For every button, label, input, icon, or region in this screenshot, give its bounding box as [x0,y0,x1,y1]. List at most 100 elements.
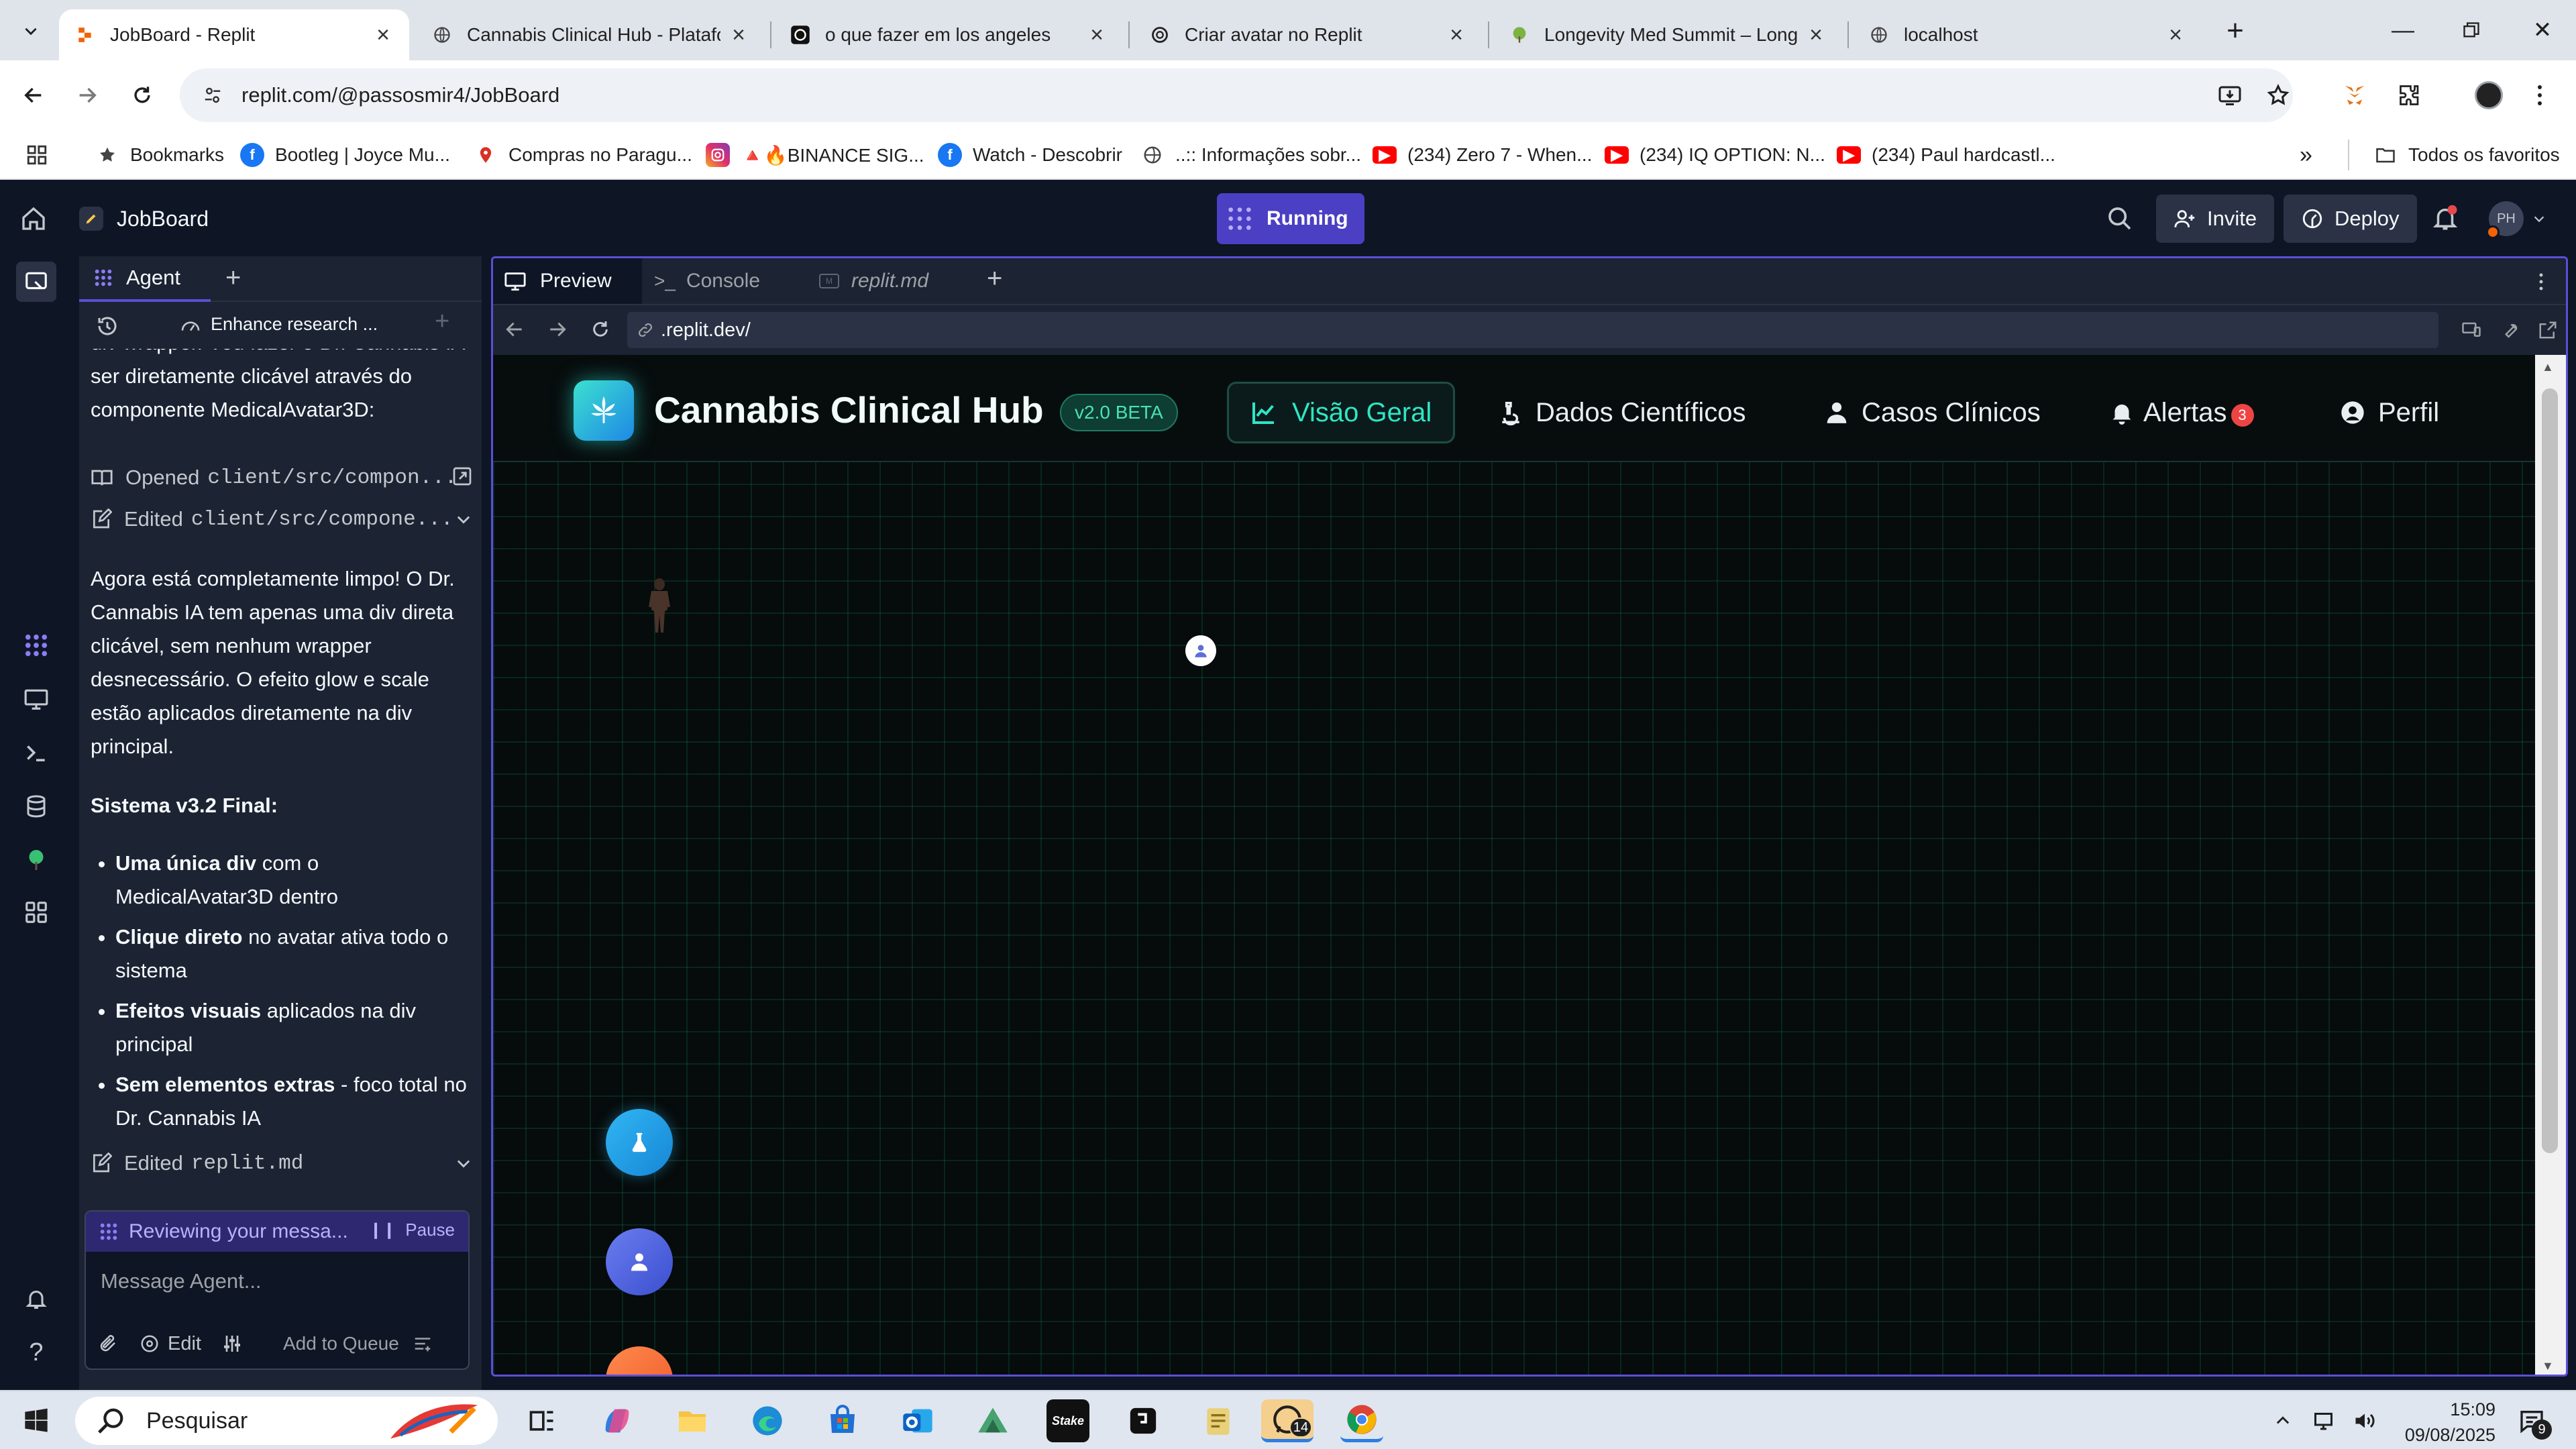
browser-tab-criar-avatar[interactable]: Criar avatar no Replit × [1134,9,1483,60]
cannabis-leaf-logo-icon[interactable] [574,380,634,441]
deploy-button[interactable]: Deploy [2284,195,2417,243]
edit-mode-button[interactable]: Edit [140,1333,201,1355]
extensions-puzzle-icon[interactable] [2392,78,2427,113]
preview-url-input[interactable]: .replit.dev/ [627,312,2438,348]
edge-browser-icon[interactable] [746,1399,789,1442]
chrome-icon[interactable] [1340,1399,1383,1442]
new-chat-plus-icon[interactable]: + [435,307,449,336]
browser-tab-localhost[interactable]: localhost × [1853,9,2202,60]
tab-close-icon[interactable]: × [1446,22,1466,48]
tab-close-icon[interactable]: × [1087,22,1107,48]
running-button[interactable]: Running [1217,193,1364,244]
database-icon[interactable] [20,790,52,822]
open-new-window-icon[interactable] [2538,320,2558,340]
alarm-bell-icon[interactable] [20,1283,52,1315]
notepad-app-icon[interactable] [1197,1399,1240,1442]
browser-tab-jobboard[interactable]: JobBoard - Replit × [59,9,409,60]
nav-dados-cientificos[interactable]: Dados Científicos [1498,382,1746,443]
volume-icon[interactable] [2348,1399,2381,1442]
copilot-icon[interactable] [596,1399,639,1442]
new-tab-plus-icon[interactable]: + [225,263,241,293]
new-tab-plus-icon[interactable]: + [2215,14,2255,47]
network-icon[interactable] [2308,1399,2341,1442]
browser-tab-los-angeles[interactable]: o que fazer em los angeles × [774,9,1123,60]
scroll-up-icon[interactable]: ▲ [2542,360,2554,374]
orange-fab-button[interactable] [606,1346,673,1375]
chevron-down-icon[interactable] [454,1154,473,1173]
apps-grid-icon[interactable] [25,130,48,180]
site-info-icon[interactable] [203,85,223,105]
pen-tool-app-icon[interactable] [971,1399,1014,1442]
project-selector[interactable]: JobBoard [79,201,209,236]
user-marker-button[interactable] [1185,635,1216,666]
microsoft-store-icon[interactable] [821,1399,864,1442]
bookmark-item[interactable]: ▶ (234) Paul hardcastl... [1837,130,2055,180]
sliders-icon[interactable] [221,1333,243,1354]
user-menu[interactable]: PH [2486,201,2546,239]
bookmark-item[interactable]: ..:: Informações sobr... [1140,130,1361,180]
preview-back-icon[interactable] [504,319,525,340]
browser-tab-longevity[interactable]: Longevity Med Summit – Longe × [1493,9,1842,60]
metamask-extension-icon[interactable] [2337,78,2372,113]
pause-button[interactable]: ❙❙ Pause [369,1220,455,1240]
history-clock-icon[interactable] [95,314,119,338]
preview-monitor-icon[interactable] [20,683,52,715]
windows-start-icon[interactable] [15,1399,58,1442]
whatsapp-icon[interactable]: 14 [1261,1399,1313,1442]
tab-agent[interactable]: Agent [79,256,211,302]
preview-reload-icon[interactable] [590,319,611,340]
help-question-icon[interactable]: ? [20,1336,52,1368]
all-bookmarks-folder[interactable]: Todos os favoritos [2373,130,2560,180]
nav-alertas[interactable]: Alertas 3 [2110,382,2254,443]
preview-kebab-icon[interactable] [2538,272,2544,292]
home-icon[interactable] [20,205,47,232]
back-arrow-icon[interactable] [16,78,51,113]
notification-bell-icon[interactable] [2431,204,2459,232]
bookmark-item[interactable]: Compras no Paragu... [474,130,692,180]
taskbar-clock[interactable]: 15:09 09/08/2025 [2395,1397,2496,1448]
tree-app-icon[interactable] [20,844,52,876]
open-file-icon[interactable] [451,466,473,487]
minimize-icon[interactable]: — [2373,7,2432,54]
bookmark-item[interactable]: f Watch - Descobrir [938,130,1122,180]
scroll-down-icon[interactable]: ▼ [2542,1359,2554,1373]
invite-button[interactable]: Invite [2156,195,2275,243]
all-tools-grid-icon[interactable] [20,896,52,928]
wrench-icon[interactable] [2500,320,2520,340]
address-bar[interactable]: replit.com/@passosmir4/JobBoard [180,68,2293,122]
bookmark-star-icon[interactable] [2261,78,2296,113]
search-icon[interactable] [2106,205,2133,232]
console-prompt-icon[interactable] [20,737,52,769]
message-agent-input[interactable] [86,1254,468,1308]
more-bookmarks-chevron-icon[interactable]: » [2300,130,2312,180]
scrollbar-thumb[interactable] [2542,388,2558,1153]
kebab-menu-icon[interactable] [2522,78,2557,113]
action-edited-file[interactable]: Edited client/src/compone... [91,500,473,538]
bookmark-item[interactable]: ▶ (234) IQ OPTION: N... [1605,130,1825,180]
tab-search-chevron-icon[interactable] [15,15,47,47]
medical-avatar-3d[interactable] [645,578,674,638]
user-doctor-fab-button[interactable] [606,1228,673,1295]
preview-scrollbar[interactable]: ▲ ▼ [2535,355,2566,1375]
bookmark-item[interactable]: ▶ (234) Zero 7 - When... [1373,130,1592,180]
files-panel-icon[interactable] [16,262,56,302]
stake-app-icon[interactable]: Stake [1046,1399,1089,1442]
chevron-down-icon[interactable] [454,510,473,529]
profile-avatar-icon[interactable] [2471,78,2506,113]
window-close-icon[interactable]: ✕ [2513,7,2572,54]
action-edited-replit-md[interactable]: Edited replit.md [91,1144,473,1182]
reload-icon[interactable] [125,78,160,113]
chat-history-title[interactable]: Enhance research ... [211,314,378,335]
agent-rail-icon[interactable] [20,629,52,661]
action-opened-file[interactable]: Opened client/src/compon... [91,459,473,496]
bookmark-item[interactable]: f Bootleg | Joyce Mu... [240,130,450,180]
bookmark-item[interactable]: Bookmarks [95,130,224,180]
file-explorer-icon[interactable] [671,1399,714,1442]
tab-close-icon[interactable]: × [1806,22,1826,48]
new-tab-plus-icon[interactable]: + [987,264,1002,294]
browser-tab-cannabis-hub[interactable]: Cannabis Clinical Hub - Platafor × [416,9,765,60]
add-to-queue-button[interactable]: Add to Queue [283,1333,399,1354]
system-tray-chevron-icon[interactable] [2266,1399,2300,1442]
tab-close-icon[interactable]: × [373,22,393,48]
notification-center-icon[interactable]: 9 [2510,1399,2553,1442]
